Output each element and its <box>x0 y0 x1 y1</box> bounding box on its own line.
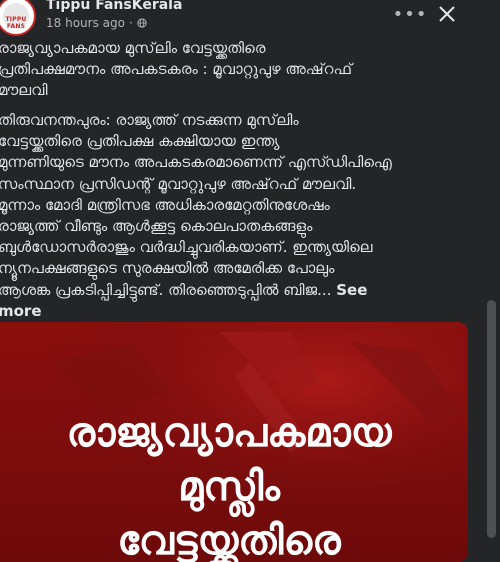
scrollbar-track[interactable] <box>483 0 500 538</box>
close-icon[interactable] <box>434 1 460 27</box>
post-headline: രാജ്യവ്യാപകമായ മുസ്‌ലിം വേട്ടയ്ക്കതിരെ പ… <box>0 39 352 99</box>
scrollbar-thumb[interactable] <box>487 300 496 538</box>
page-name-link[interactable]: Tippu FansKerala <box>46 0 182 13</box>
card-headline-line-2: മുസ്ലിം <box>178 464 280 510</box>
post-text: തിരുവനന്തപുരം: രാജ്യത്ത് നടക്കുന്ന മുസ്‌… <box>0 110 498 322</box>
post-meta: 18 hours ago · <box>46 16 147 30</box>
avatar-logo-text: TIPPU FANS <box>5 16 27 30</box>
post-body-text: തിരുവനന്തപുരം: രാജ്യത്ത് നടക്കുന്ന മുസ്‌… <box>0 111 392 299</box>
post-image[interactable]: രാജ്യവ്യാപകമായ മുസ്ലിം വേട്ടയ്ക്കതിരെ <box>0 322 468 562</box>
card-headline-line-3: വേട്ടയ്ക്കതിരെ <box>117 518 341 562</box>
globe-icon[interactable] <box>137 18 147 28</box>
more-options-icon[interactable]: ••• <box>393 4 427 25</box>
meta-separator: · <box>128 16 133 30</box>
card-headline-line-1: രാജ്യവ്യാപകമായ <box>66 410 392 456</box>
post-timestamp[interactable]: 18 hours ago <box>46 16 125 30</box>
post-header: TIPPU FANS Tippu FansKerala 18 hours ago… <box>0 0 500 40</box>
page-avatar[interactable]: TIPPU FANS <box>0 0 36 36</box>
